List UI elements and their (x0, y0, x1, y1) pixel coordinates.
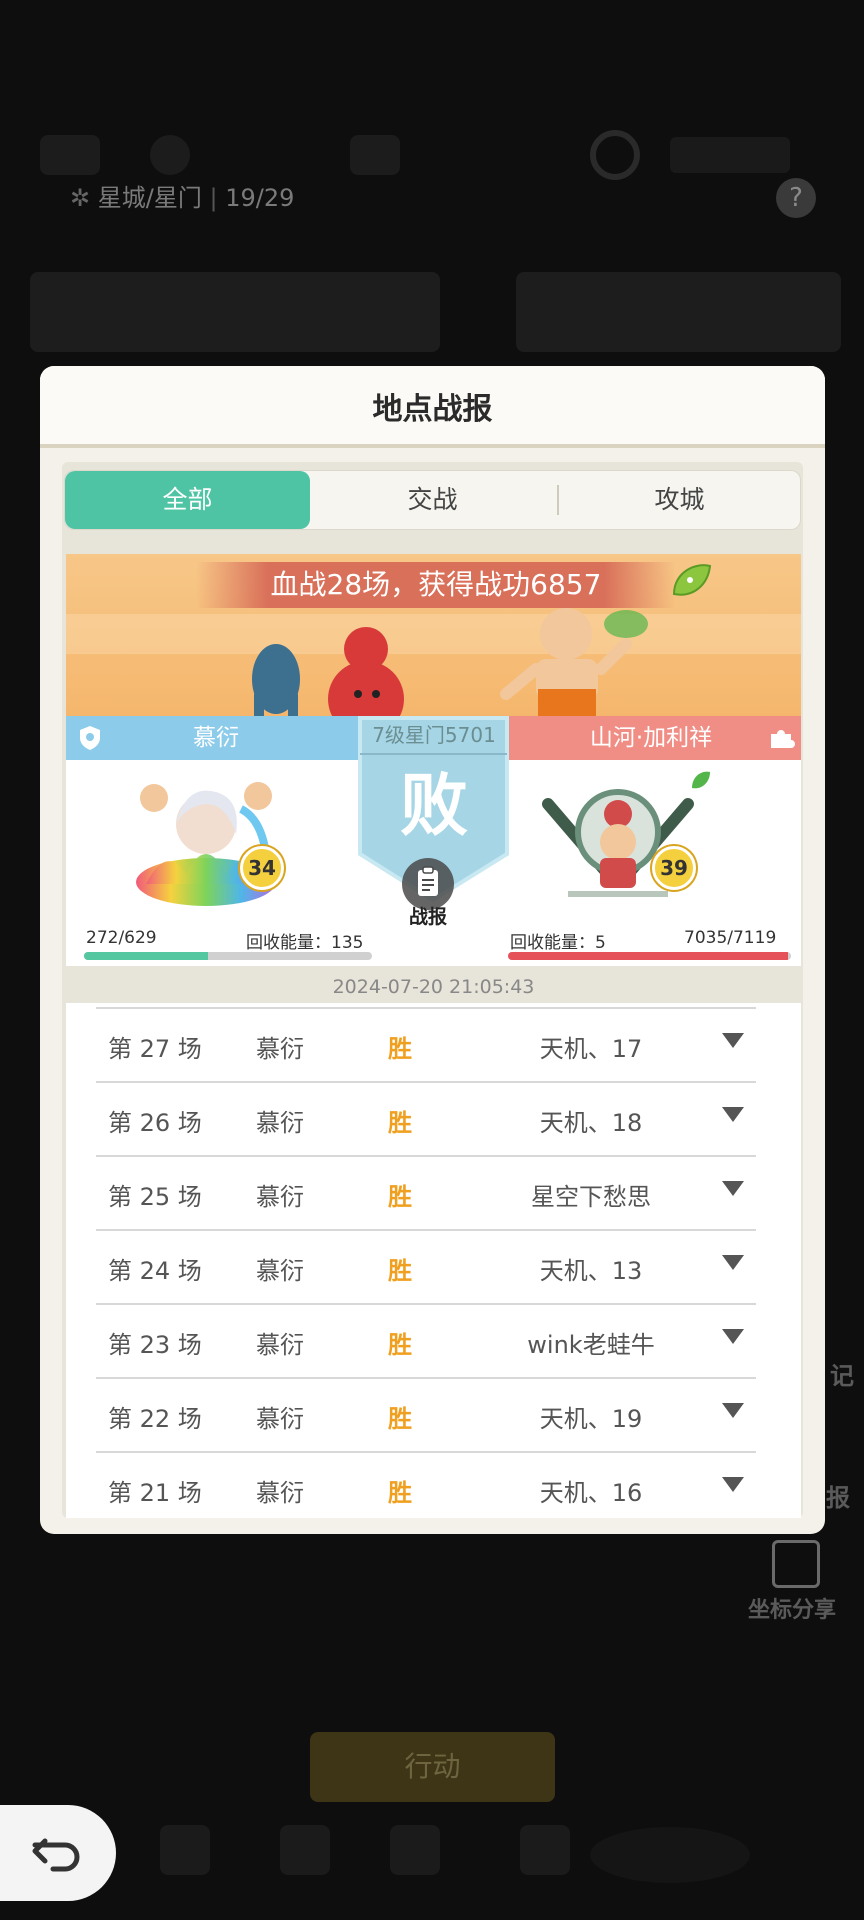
action-button[interactable]: 行动 (310, 1732, 555, 1802)
background-toolbar (30, 125, 830, 185)
right-level-badge: 39 (652, 846, 696, 890)
coord-share-label[interactable]: 坐标分享 (748, 1592, 836, 1624)
round-row[interactable]: 第 26 场 慕衍 胜 天机、18 (96, 1081, 756, 1157)
shield-icon (80, 726, 100, 750)
right-recycle-energy: 回收能量：5 (510, 933, 606, 953)
background-location: ✲ 星城/星门 | 19/29 (70, 184, 295, 212)
left-hp-fill (84, 952, 208, 960)
tab-all[interactable]: 全部 (65, 471, 310, 529)
expand-arrow-icon[interactable] (722, 1477, 744, 1492)
right-player-name: 山河·加利祥 (589, 725, 713, 751)
battle-result: 败 (399, 767, 468, 846)
leaf-icon (672, 564, 712, 596)
round-number: 第 26 场 (108, 1109, 202, 1137)
background-icons (40, 130, 790, 180)
location-label: 7级星门5701 (372, 723, 496, 747)
left-hp: 272/629 (86, 928, 157, 948)
expand-arrow-icon[interactable] (722, 1255, 744, 1270)
round-number: 第 21 场 (108, 1479, 202, 1507)
left-level-badge: 34 (240, 846, 284, 890)
round-player: 慕衍 (256, 1479, 304, 1507)
round-player: 慕衍 (256, 1183, 304, 1211)
round-player: 慕衍 (256, 1257, 304, 1285)
round-opponent: 星空下愁思 (531, 1183, 651, 1211)
round-result: 胜 (388, 1183, 412, 1211)
right-team-header: 山河·加利祥 (501, 716, 801, 760)
round-opponent: 天机、18 (539, 1109, 643, 1137)
location-icon: ✲ (70, 184, 91, 212)
background-side-label: 记 (830, 1362, 854, 1390)
round-number: 第 24 场 (108, 1257, 202, 1285)
round-number: 第 25 场 (108, 1183, 202, 1211)
round-row[interactable]: 第 23 场 慕衍 胜 wink老蛙牛 (96, 1303, 756, 1379)
back-arrow-icon (32, 1838, 80, 1872)
background-panel-right (516, 272, 841, 352)
round-opponent: 天机、19 (539, 1405, 643, 1433)
back-button[interactable] (0, 1805, 116, 1901)
tab-bar: 全部 交战 攻城 (64, 470, 801, 530)
left-player-name: 慕衍 (193, 725, 239, 751)
round-result: 胜 (388, 1257, 412, 1285)
round-player: 慕衍 (256, 1035, 304, 1063)
round-number: 第 22 场 (108, 1405, 202, 1433)
left-team-header: 慕衍 (66, 716, 366, 760)
tab-siege[interactable]: 攻城 (559, 471, 800, 529)
puzzle-icon (771, 730, 795, 748)
expand-arrow-icon[interactable] (722, 1329, 744, 1344)
round-result: 胜 (388, 1035, 412, 1063)
background-side-label: 报 (826, 1484, 850, 1512)
battle-banner: 血战28场，获得战功6857 (66, 554, 801, 730)
right-hp-bar (508, 952, 791, 960)
round-result: 胜 (388, 1405, 412, 1433)
bottom-nav (150, 1815, 750, 1895)
round-row[interactable]: 第 24 场 慕衍 胜 天机、13 (96, 1229, 756, 1305)
round-player: 慕衍 (256, 1331, 304, 1359)
battle-timestamp: 2024-07-20 21:05:43 (332, 976, 535, 998)
round-player: 慕衍 (256, 1405, 304, 1433)
round-result: 胜 (388, 1479, 412, 1507)
round-number: 第 23 场 (108, 1331, 202, 1359)
share-icon[interactable] (772, 1540, 820, 1588)
battle-summary-card: 慕衍 山河·加利祥 7级星门5701 败 战报 34 39 272/629 回收… (66, 716, 801, 966)
expand-arrow-icon[interactable] (722, 1107, 744, 1122)
round-opponent: 天机、16 (539, 1479, 643, 1507)
battle-report-modal: 地点战报 全部 交战 攻城 血战28场，获得战功6857 慕衍 山河·加利祥 7… (40, 366, 825, 1534)
round-row[interactable]: 第 22 场 慕衍 胜 天机、19 (96, 1377, 756, 1453)
round-opponent: wink老蛙牛 (527, 1331, 655, 1359)
left-recycle-energy: 回收能量：135 (246, 933, 364, 953)
left-hero-portrait (136, 782, 276, 906)
round-row[interactable]: 第 21 场 慕衍 胜 天机、16 (96, 1451, 756, 1518)
round-list: 第 27 场慕衍胜天机、17 第 26 场慕衍胜天机、18 第 25 场慕衍胜星空下… (66, 1003, 801, 1518)
right-hero-portrait (542, 789, 694, 897)
expand-arrow-icon[interactable] (722, 1403, 744, 1418)
round-result: 胜 (388, 1109, 412, 1137)
background-panel-left (30, 272, 440, 352)
leaf-small-icon (692, 771, 710, 789)
round-row[interactable]: 第 25 场 慕衍 胜 星空下愁思 (96, 1155, 756, 1231)
round-player: 慕衍 (256, 1109, 304, 1137)
round-opponent: 天机、13 (539, 1257, 643, 1285)
round-result: 胜 (388, 1331, 412, 1359)
expand-arrow-icon[interactable] (722, 1181, 744, 1196)
round-number: 第 27 场 (108, 1035, 202, 1063)
right-hp: 7035/7119 (684, 928, 777, 948)
round-opponent: 天机、17 (539, 1035, 643, 1063)
modal-title: 地点战报 (372, 392, 493, 427)
help-button[interactable]: ? (776, 178, 816, 218)
banner-summary: 血战28场，获得战功6857 (196, 562, 676, 608)
tab-battle[interactable]: 交战 (310, 471, 555, 529)
round-row[interactable]: 第 27 场 慕衍 胜 天机、17 (96, 1007, 756, 1083)
left-hp-bar (84, 952, 372, 960)
report-label[interactable]: 战报 (388, 902, 468, 929)
expand-arrow-icon[interactable] (722, 1033, 744, 1048)
right-hp-fill (508, 952, 789, 960)
